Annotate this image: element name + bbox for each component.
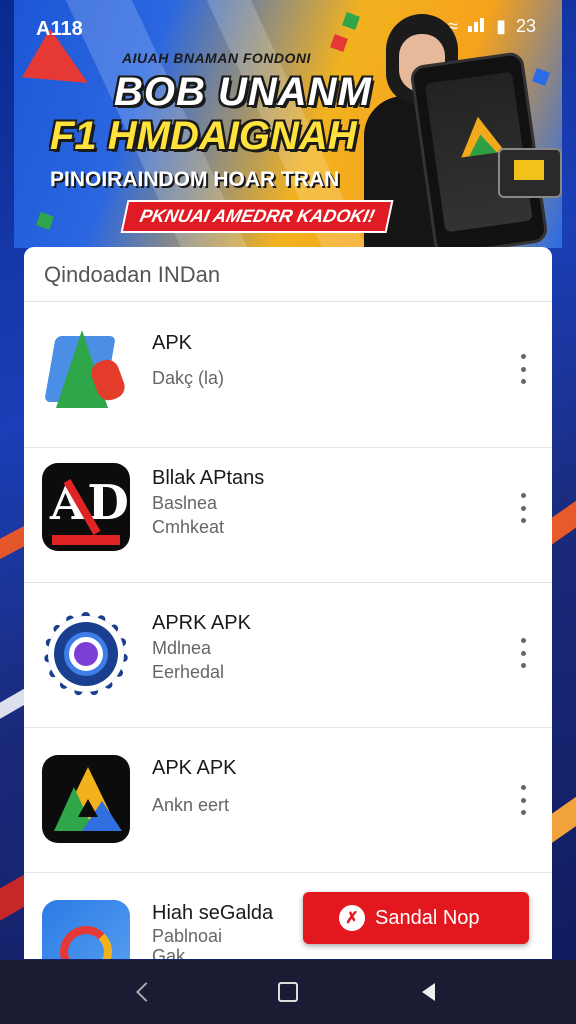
app-meta: Mdlnea xyxy=(152,638,212,658)
app-meta: Ankn eert xyxy=(152,795,230,815)
banner-title-line2: F1 HMDAIGNAH xyxy=(50,114,357,158)
app-name: APK xyxy=(152,332,193,354)
list-item[interactable]: APRK APK Mdlnea Eerhedal xyxy=(24,582,552,728)
home-icon[interactable] xyxy=(270,974,306,1010)
send-button-label: Sandal Nop xyxy=(375,906,480,929)
list-item[interactable]: APK Dakç (la) xyxy=(24,302,552,448)
promo-banner[interactable]: A118 ≈ ▮ 23 AIUAH BNAMAN FONDONI BOB UNA… xyxy=(14,0,562,248)
list-item[interactable]: AD Bllak APtans Baslnea Cmhkeat xyxy=(24,437,552,583)
list-header-title: Qindoadan INDan xyxy=(44,262,221,287)
confetti-shape xyxy=(330,34,348,52)
swirl-logo-icon xyxy=(42,900,130,959)
system-nav-bar xyxy=(0,960,576,1024)
app-name: Hiah seGalda xyxy=(152,902,274,924)
app-name: APRK APK xyxy=(152,612,251,634)
ad-logo-icon: AD xyxy=(42,463,130,551)
app-meta: Gak xyxy=(152,946,186,959)
more-options-icon[interactable] xyxy=(516,638,530,668)
banner-title-line1: BOB UNANM xyxy=(114,70,372,114)
more-options-icon[interactable] xyxy=(516,493,530,523)
recent-apps-icon[interactable] xyxy=(410,974,446,1010)
send-button[interactable]: ✗ Sandal Nop xyxy=(303,892,529,944)
app-screenshot-thumb xyxy=(498,148,562,198)
app-meta: Pablnoai xyxy=(152,926,223,946)
back-icon[interactable] xyxy=(128,974,164,1010)
list-item[interactable]: APK APK Ankn eert xyxy=(24,727,552,873)
battery-icon: ▮ xyxy=(496,16,506,36)
confetti-shape xyxy=(342,12,360,30)
banner-cta-button[interactable]: PKNUAI AMEDRR KADOKI! xyxy=(120,200,394,233)
battery-level: 23 xyxy=(515,16,536,36)
app-name: Bllak APtans xyxy=(152,467,265,489)
confetti-shape xyxy=(532,68,550,86)
no-icon: ✗ xyxy=(339,905,365,931)
app-meta: Baslnea xyxy=(152,493,218,513)
app-meta: Cmhkeat xyxy=(152,517,225,537)
status-icons: ≈ ▮ 23 xyxy=(448,16,536,37)
app-meta: Eerhedal xyxy=(152,662,225,682)
app-list-card: Qindoadan INDan APK Dakç (la) AD Bllak A… xyxy=(24,247,552,959)
more-options-icon[interactable] xyxy=(516,785,530,815)
more-options-icon[interactable] xyxy=(516,354,530,384)
signal-icon xyxy=(468,16,486,37)
app-meta: Dakç (la) xyxy=(152,368,225,388)
banner-kicker: AIUAH BNAMAN FONDONI xyxy=(122,50,311,66)
confetti-shape xyxy=(36,212,54,230)
banner-subtitle: PINOIRAINDOM HOAR TRAN xyxy=(50,168,340,191)
app-name: APK APK xyxy=(152,757,237,779)
triangle-logo-icon xyxy=(42,755,130,843)
gear-icon xyxy=(42,610,130,698)
list-header: Qindoadan INDan xyxy=(24,247,552,302)
status-time: A118 xyxy=(36,18,83,40)
apk-arrow-icon xyxy=(42,326,130,414)
